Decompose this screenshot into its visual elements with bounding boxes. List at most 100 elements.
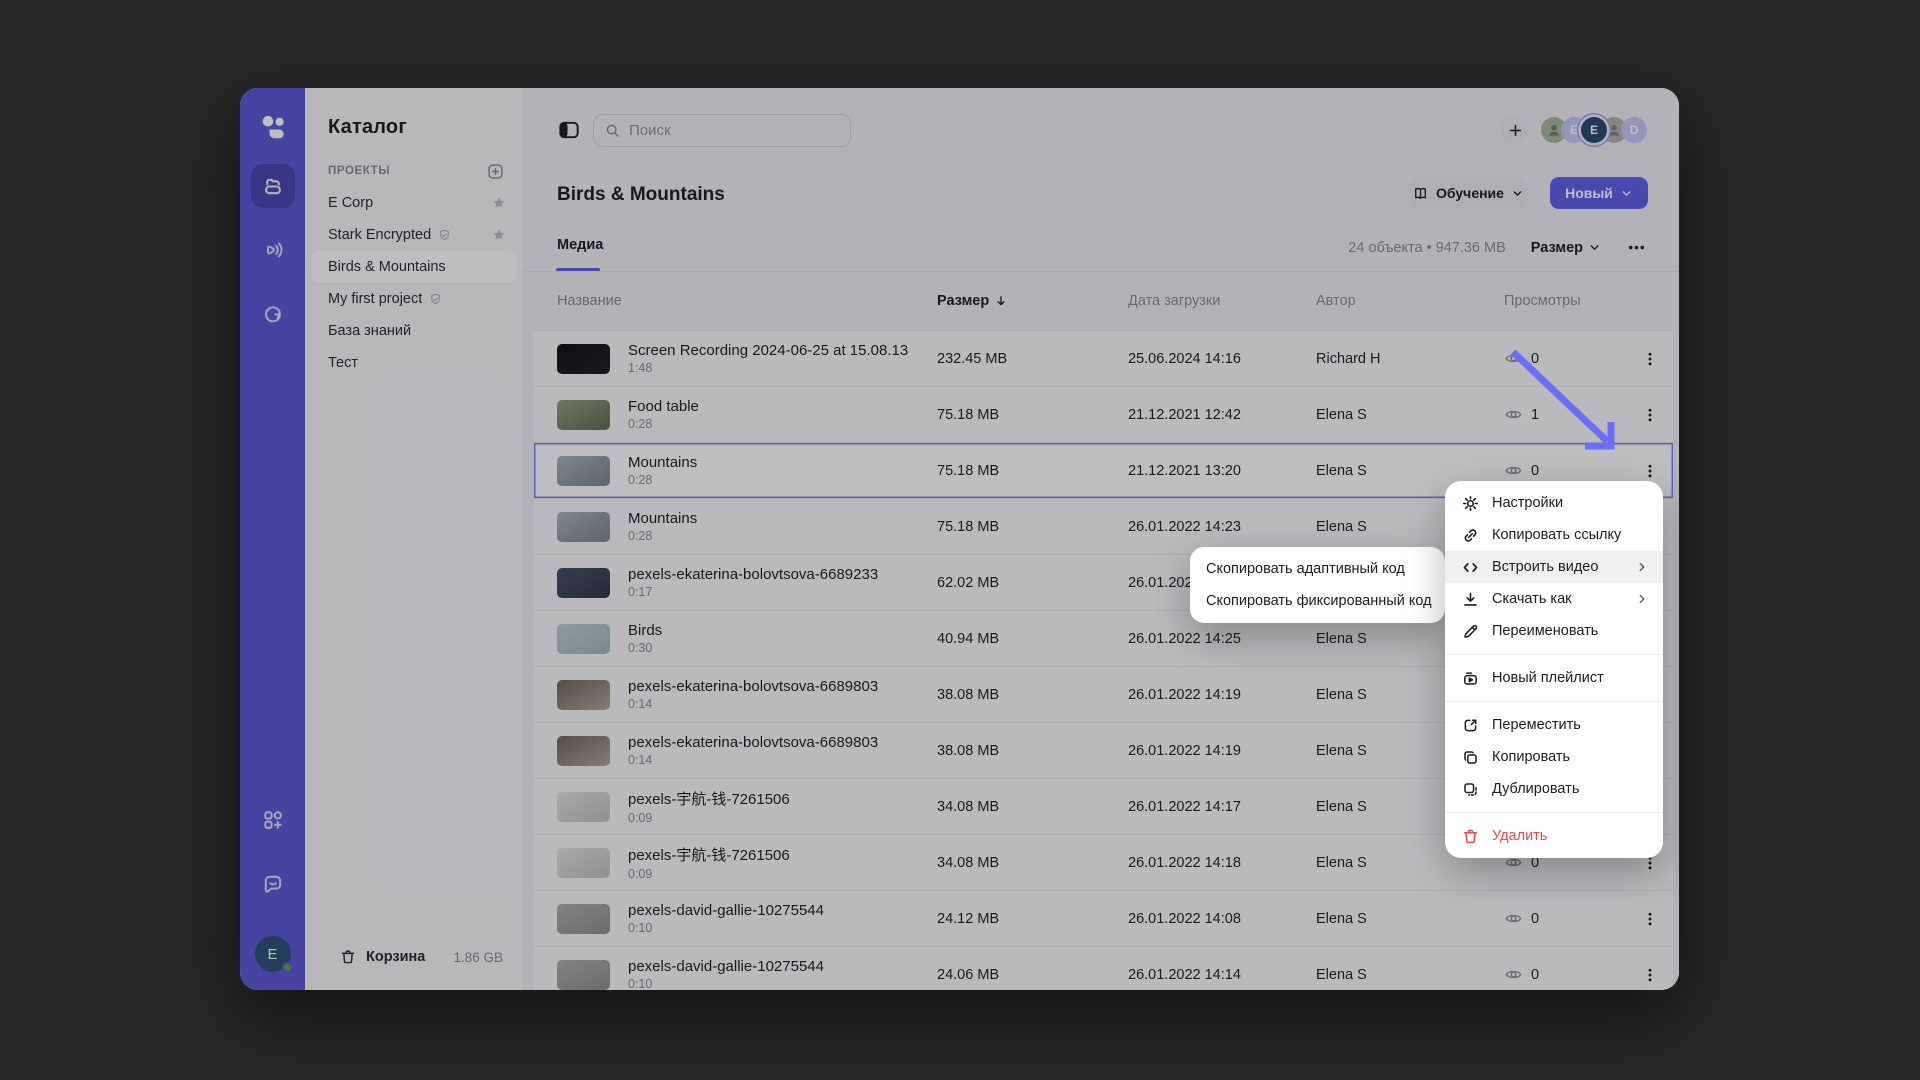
context-menu-item[interactable]: Переименовать — [1445, 615, 1663, 647]
embed-submenu: Скопировать адаптивный код Скопировать фи… — [1190, 547, 1445, 623]
trash-item[interactable]: Корзина 1.86 GB — [311, 940, 517, 974]
cell-author: Elena S — [1316, 407, 1504, 423]
rail-stream-icon[interactable] — [251, 228, 295, 272]
menu-item-label: Новый плейлист — [1492, 670, 1604, 686]
cell-date: 21.12.2021 13:20 — [1128, 463, 1316, 479]
video-thumbnail — [557, 680, 610, 710]
rail-catalog-icon[interactable] — [251, 164, 295, 208]
sidebar-title: Каталог — [305, 88, 523, 139]
trash-size: 1.86 GB — [453, 950, 503, 965]
context-menu-item[interactable]: Копировать — [1445, 741, 1663, 773]
sidebar-project-item[interactable]: My first project — [311, 283, 517, 315]
video-name: pexels-david-gallie-10275544 — [628, 958, 824, 975]
context-menu-item[interactable]: Настройки — [1445, 487, 1663, 519]
row-menu-button[interactable] — [1635, 400, 1665, 430]
column-header-label: Автор — [1316, 293, 1356, 309]
column-header[interactable]: Автор — [1316, 293, 1504, 309]
video-name: Mountains — [628, 454, 697, 471]
context-menu-item[interactable]: Удалить — [1445, 820, 1663, 852]
sidebar-project-item[interactable]: Тест — [311, 347, 517, 379]
video-name: Screen Recording 2024-06-25 at 15.08.13 — [628, 342, 908, 359]
column-header[interactable]: Просмотры — [1504, 293, 1635, 309]
playlist-icon — [1461, 669, 1480, 688]
context-menu-item[interactable]: Переместить — [1445, 709, 1663, 741]
context-menu-item[interactable]: Встроить видео — [1445, 551, 1663, 583]
video-thumbnail — [557, 736, 610, 766]
column-header[interactable]: Название — [557, 293, 937, 309]
projects-list: E Corp Stark EncryptedBirds & MountainsMy… — [311, 187, 517, 379]
column-header-label: Дата загрузки — [1128, 293, 1220, 309]
add-project-button[interactable] — [486, 162, 505, 181]
menu-divider — [1445, 701, 1663, 702]
user-avatar[interactable]: E — [255, 936, 291, 972]
member-avatar[interactable]: E — [1581, 117, 1607, 143]
cell-size: 232.45 MB — [937, 351, 1128, 367]
row-menu-button[interactable] — [1635, 960, 1665, 990]
eye-icon — [1504, 461, 1523, 480]
table-row[interactable]: pexels-david-gallie-102755440:1024.06 MB… — [534, 946, 1673, 990]
star-icon — [491, 227, 507, 243]
submenu-item[interactable]: Скопировать адаптивный код — [1190, 553, 1445, 585]
column-header[interactable]: Размер — [937, 293, 1128, 309]
video-duration: 0:28 — [628, 473, 697, 487]
submenu-item-label: Скопировать адаптивный код — [1206, 561, 1405, 577]
new-button-label: Новый — [1565, 185, 1613, 201]
sidebar-project-item[interactable]: Stark Encrypted — [311, 219, 517, 251]
cell-size: 34.08 MB — [937, 855, 1128, 871]
sidebar-project-item[interactable]: База знаний — [311, 315, 517, 347]
video-name: Birds — [628, 622, 662, 639]
context-menu-item[interactable]: Дублировать — [1445, 773, 1663, 805]
cell-size: 38.08 MB — [937, 687, 1128, 703]
sidebar-project-item[interactable]: E Corp — [311, 187, 517, 219]
more-options-button[interactable] — [1626, 237, 1647, 258]
app-logo-icon[interactable] — [258, 112, 288, 142]
code-icon — [1461, 558, 1480, 577]
new-button[interactable]: Новый — [1550, 177, 1648, 209]
sort-desc-icon — [994, 294, 1008, 308]
context-menu-item[interactable]: Копировать ссылку — [1445, 519, 1663, 551]
rail-recordings-icon[interactable] — [251, 292, 295, 336]
chevron-right-icon — [1635, 592, 1649, 606]
course-button[interactable]: Обучение — [1408, 177, 1528, 209]
row-menu-button[interactable] — [1635, 344, 1665, 374]
video-thumbnail — [557, 792, 610, 822]
cell-date: 26.01.2022 14:08 — [1128, 911, 1316, 927]
cell-size: 34.08 MB — [937, 799, 1128, 815]
table-row[interactable]: Food table0:2875.18 MB21.12.2021 12:42El… — [534, 386, 1673, 442]
add-member-button[interactable] — [1501, 116, 1529, 144]
ellipsis-icon — [1626, 237, 1647, 258]
pencil-icon — [1461, 622, 1480, 641]
sort-selector[interactable]: Размер — [1531, 240, 1601, 256]
video-duration: 0:17 — [628, 585, 878, 599]
column-header-label: Название — [557, 293, 622, 309]
projects-sidebar: Каталог ПРОЕКТЫ E CorpStark EncryptedBir… — [305, 88, 523, 990]
rail-apps-icon[interactable] — [251, 798, 295, 842]
menu-item-label: Дублировать — [1492, 781, 1579, 797]
submenu-item[interactable]: Скопировать фиксированный код — [1190, 585, 1445, 617]
views-count: 0 — [1531, 911, 1539, 927]
table-row[interactable]: pexels-david-gallie-102755440:1024.12 MB… — [534, 890, 1673, 946]
video-name: pexels-ekaterina-bolovtsova-6689803 — [628, 734, 878, 751]
cell-author: Elena S — [1316, 463, 1504, 479]
rail-chat-icon[interactable] — [251, 862, 295, 906]
cell-size: 24.06 MB — [937, 967, 1128, 983]
table-header: Название Размер Дата загрузки Автор Просмотр… — [534, 272, 1673, 330]
tab-media[interactable]: Медиа — [557, 237, 603, 253]
row-menu-button[interactable] — [1635, 904, 1665, 934]
download-icon — [1461, 590, 1480, 609]
column-header-label: Размер — [937, 293, 989, 309]
book-icon — [1412, 185, 1429, 202]
column-header[interactable]: Дата загрузки — [1128, 293, 1316, 309]
collapse-sidebar-icon[interactable] — [557, 118, 581, 142]
project-label: E Corp — [328, 195, 373, 211]
table-row[interactable]: Screen Recording 2024-06-25 at 15.08.131… — [534, 330, 1673, 386]
menu-item-label: Настройки — [1492, 495, 1563, 511]
search-input[interactable] — [629, 122, 840, 139]
video-name: pexels-宇航-钱-7261506 — [628, 788, 790, 809]
cell-date: 26.01.2022 14:25 — [1128, 631, 1316, 647]
member-avatar[interactable]: D — [1621, 117, 1647, 143]
cell-date: 25.06.2024 14:16 — [1128, 351, 1316, 367]
context-menu-item[interactable]: Скачать как — [1445, 583, 1663, 615]
sidebar-project-item[interactable]: Birds & Mountains — [311, 251, 517, 283]
context-menu-item[interactable]: Новый плейлист — [1445, 662, 1663, 694]
